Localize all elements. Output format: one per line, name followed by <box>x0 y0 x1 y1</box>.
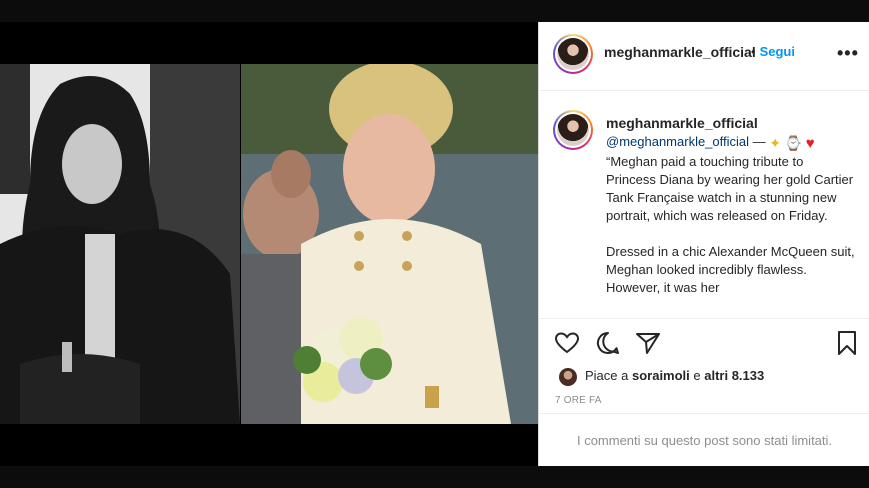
likes-text: Piace a soraimoli e altri 8.133 <box>585 368 764 383</box>
author-username[interactable]: meghanmarkle_official <box>604 44 756 60</box>
comment-icon[interactable] <box>594 329 622 357</box>
likes-count[interactable]: altri 8.133 <box>704 368 764 383</box>
post-media[interactable] <box>0 22 538 466</box>
comments-limited-notice: I commenti su questo post sono stati lim… <box>539 413 869 466</box>
likes-prefix: Piace a <box>585 368 632 383</box>
top-frame-bar <box>0 0 869 22</box>
post-header: meghanmarkle_official • Segui ••• <box>539 22 869 91</box>
share-icon[interactable] <box>634 329 662 357</box>
bookmark-icon[interactable] <box>833 329 861 357</box>
liker-username[interactable]: soraimoli <box>632 368 690 383</box>
caption-emojis: ✦ ⌚ ♥ <box>769 134 814 153</box>
caption-dash: — <box>749 134 770 149</box>
post-caption: meghanmarkle_official @meghanmarkle_offi… <box>539 92 869 318</box>
post-timestamp[interactable]: 7 ORE FA <box>555 395 602 406</box>
sparkle-emoji-icon: ✦ <box>769 135 781 151</box>
more-options-icon[interactable]: ••• <box>837 43 859 64</box>
post-actions: Piace a soraimoli e altri 8.133 7 ORE FA <box>539 318 869 413</box>
bottom-frame-bar <box>0 466 869 488</box>
follow-separator: • <box>751 44 756 59</box>
photo-black-and-white-portrait <box>0 64 240 424</box>
caption-text: @meghanmarkle_official — ✦ ⌚ ♥ “Meghan p… <box>606 133 856 297</box>
likes-mid: e <box>689 368 705 383</box>
liker-avatar[interactable] <box>559 368 577 386</box>
caption-avatar[interactable] <box>553 110 593 150</box>
heart-icon[interactable] <box>553 329 581 357</box>
author-avatar[interactable] <box>553 34 593 74</box>
caption-username[interactable]: meghanmarkle_official <box>606 115 758 131</box>
photo-color-portrait <box>241 64 538 424</box>
post-sidebar: meghanmarkle_official • Segui ••• meghanm… <box>538 22 869 466</box>
caption-mention[interactable]: @meghanmarkle_official <box>606 134 749 149</box>
comments-limited-text: I commenti su questo post sono stati lim… <box>576 433 833 448</box>
follow-button[interactable]: • Segui <box>751 44 795 59</box>
caption-body: “Meghan paid a touching tribute to Princ… <box>606 154 855 295</box>
follow-label: Segui <box>759 44 795 59</box>
heart-emoji-icon: ♥ <box>805 135 815 152</box>
watch-emoji-icon: ⌚ <box>784 135 803 151</box>
